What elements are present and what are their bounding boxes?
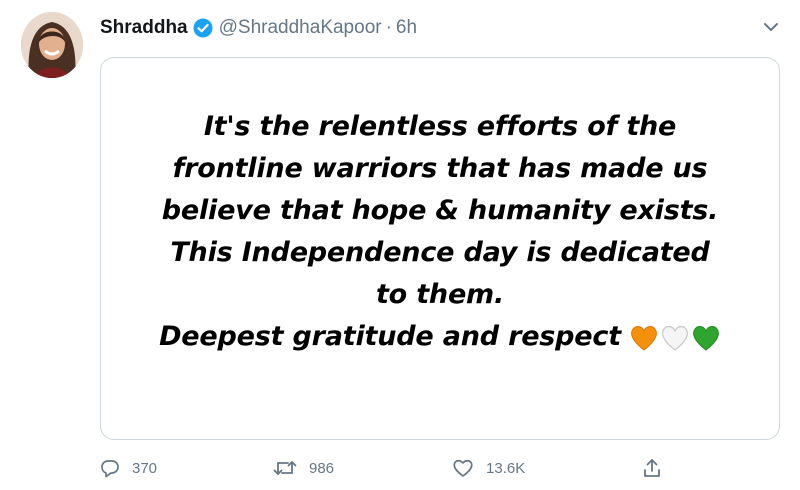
tweet-actions: 370 986 13.6K bbox=[100, 455, 780, 481]
green-heart-icon bbox=[693, 325, 719, 351]
hearts-emoji bbox=[629, 324, 721, 352]
chevron-down-icon bbox=[764, 23, 778, 31]
timestamp[interactable]: 6h bbox=[396, 17, 417, 39]
retweet-button[interactable]: 986 bbox=[273, 455, 334, 481]
tweet-media-image[interactable]: It's the relentless efforts of the front… bbox=[100, 57, 780, 440]
media-line: Deepest gratitude and respect bbox=[159, 321, 621, 352]
user-handle[interactable]: @ShraddhaKapoor bbox=[219, 17, 382, 39]
like-button[interactable]: 13.6K bbox=[452, 455, 525, 481]
white-heart-icon bbox=[661, 325, 688, 351]
media-line: believe that hope & humanity exists. bbox=[161, 195, 719, 226]
media-line-last: Deepest gratitude and respect bbox=[101, 316, 779, 358]
tweet: Shraddha @ShraddhaKapoor · 6h It's the r… bbox=[0, 0, 800, 490]
reply-icon bbox=[101, 460, 119, 478]
media-text: It's the relentless efforts of the front… bbox=[101, 106, 779, 358]
more-options-button[interactable] bbox=[760, 16, 782, 38]
display-name[interactable]: Shraddha bbox=[100, 17, 188, 39]
media-line: It's the relentless efforts of the bbox=[203, 111, 677, 142]
reply-button[interactable]: 370 bbox=[100, 455, 157, 481]
reply-count: 370 bbox=[132, 459, 158, 477]
media-line: to them. bbox=[375, 279, 505, 310]
retweet-count: 986 bbox=[309, 459, 335, 477]
share-button[interactable] bbox=[642, 455, 662, 481]
like-count: 13.6K bbox=[486, 459, 526, 477]
avatar[interactable] bbox=[21, 12, 83, 78]
orange-heart-icon bbox=[631, 325, 657, 351]
like-icon bbox=[453, 459, 473, 477]
share-icon bbox=[644, 459, 660, 477]
media-line: This Independence day is dedicated bbox=[170, 237, 710, 268]
retweet-icon bbox=[273, 461, 297, 475]
separator-dot: · bbox=[385, 17, 392, 38]
verified-badge-icon bbox=[193, 18, 213, 38]
media-line: frontline warriors that has made us bbox=[172, 153, 708, 184]
tweet-header: Shraddha @ShraddhaKapoor · 6h bbox=[100, 14, 417, 42]
